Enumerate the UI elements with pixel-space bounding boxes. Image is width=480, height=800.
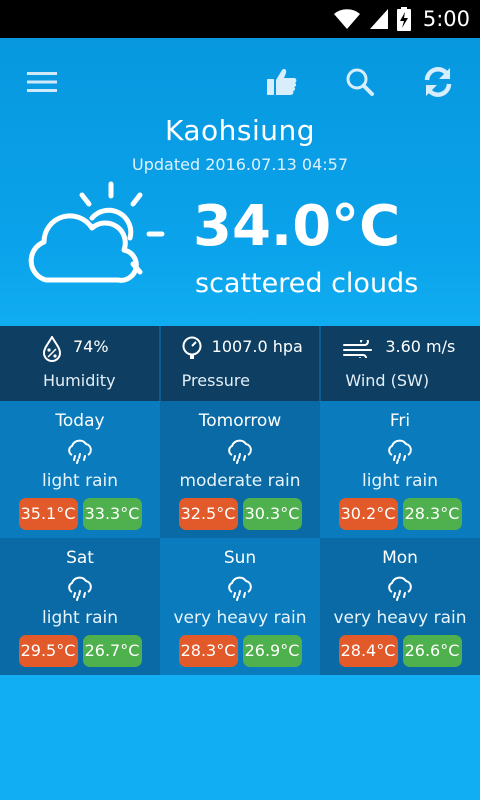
status-bar: 5:00 xyxy=(0,0,480,38)
forecast-day-card[interactable]: Fri light rain 30.2°C 28.3°C xyxy=(320,401,480,538)
pressure-gauge-icon xyxy=(182,336,202,359)
rain-cloud-icon xyxy=(68,576,92,601)
forecast-day-card[interactable]: Sat light rain 29.5°C 26.7°C xyxy=(0,538,160,675)
forecast-condition: light rain xyxy=(42,471,118,491)
like-button[interactable] xyxy=(260,60,304,104)
rain-cloud-icon xyxy=(388,576,412,601)
forecast-day-card[interactable]: Mon very heavy rain 28.4°C 26.6°C xyxy=(320,538,480,675)
high-temp-badge: 28.4°C xyxy=(338,635,398,667)
wind-label: Wind (SW) xyxy=(345,371,430,390)
forecast-temps: 32.5°C 30.3°C xyxy=(160,498,320,530)
forecast-day-card[interactable]: Tomorrow moderate rain 32.5°C 30.3°C xyxy=(160,401,320,538)
refresh-icon xyxy=(424,67,452,97)
forecast-day-name: Sat xyxy=(66,548,94,568)
wifi-icon xyxy=(333,9,360,29)
rain-cloud-icon xyxy=(388,439,412,464)
wind-stat: 3.60 m/s Wind (SW) xyxy=(321,326,480,401)
pressure-stat: 1007.0 hpa Pressure xyxy=(161,326,322,401)
rain-cloud-icon xyxy=(228,576,252,601)
humidity-drop-icon xyxy=(42,336,62,362)
search-button[interactable] xyxy=(338,60,382,104)
menu-button[interactable] xyxy=(20,60,64,104)
forecast-temps: 30.2°C 28.3°C xyxy=(320,498,480,530)
humidity-value: 74% xyxy=(73,337,109,356)
pressure-label: Pressure xyxy=(181,371,250,390)
partly-cloudy-sun-icon xyxy=(28,181,165,283)
forecast-condition: very heavy rain xyxy=(333,608,467,628)
forecast-temps: 29.5°C 26.7°C xyxy=(0,635,160,667)
battery-charging-icon xyxy=(396,7,411,31)
low-temp-badge: 28.3°C xyxy=(402,498,462,530)
forecast-temps: 28.3°C 26.9°C xyxy=(160,635,320,667)
city-name: Kaohsiung xyxy=(164,114,316,147)
updated-timestamp: Updated 2016.07.13 04:57 xyxy=(132,155,348,174)
forecast-condition: very heavy rain xyxy=(173,608,307,628)
refresh-button[interactable] xyxy=(416,60,460,104)
high-temp-badge: 32.5°C xyxy=(178,498,238,530)
forecast-temps: 28.4°C 26.6°C xyxy=(320,635,480,667)
rain-cloud-icon xyxy=(228,439,252,464)
forecast-condition: light rain xyxy=(362,471,438,491)
high-temp-badge: 30.2°C xyxy=(338,498,398,530)
wind-value: 3.60 m/s xyxy=(385,337,456,356)
rain-cloud-icon xyxy=(68,439,92,464)
forecast-day-card[interactable]: Sun very heavy rain 28.3°C 26.9°C xyxy=(160,538,320,675)
low-temp-badge: 26.6°C xyxy=(402,635,462,667)
forecast-condition: light rain xyxy=(42,608,118,628)
pressure-value: 1007.0 hpa xyxy=(211,337,303,356)
wind-icon xyxy=(343,340,373,358)
forecast-day-name: Sun xyxy=(223,548,257,568)
humidity-label: Humidity xyxy=(43,371,116,390)
toolbar xyxy=(0,38,480,124)
high-temp-badge: 35.1°C xyxy=(18,498,78,530)
low-temp-badge: 30.3°C xyxy=(242,498,302,530)
status-time: 5:00 xyxy=(422,7,470,31)
forecast-day-name: Tomorrow xyxy=(198,411,282,431)
forecast-day-name: Mon xyxy=(382,548,418,568)
forecast-day-card[interactable]: Today light rain 35.1°C 33.3°C xyxy=(0,401,160,538)
signal-icon xyxy=(369,9,388,29)
current-temperature: 34.0°C xyxy=(193,194,401,259)
thumbs-up-icon xyxy=(267,69,297,95)
menu-icon xyxy=(27,72,57,92)
weather-app: Kaohsiung Updated 2016.07.13 04:57 34.0°… xyxy=(0,38,480,800)
stats-bar: 74% Humidity 1007.0 hpa Pressure 3.60 m/… xyxy=(0,326,480,401)
forecast-condition: moderate rain xyxy=(179,471,301,491)
low-temp-badge: 33.3°C xyxy=(82,498,142,530)
forecast-day-name: Fri xyxy=(389,411,411,431)
forecast-temps: 35.1°C 33.3°C xyxy=(0,498,160,530)
forecast-day-name: Today xyxy=(55,411,105,431)
low-temp-badge: 26.7°C xyxy=(82,635,142,667)
high-temp-badge: 28.3°C xyxy=(178,635,238,667)
current-condition: scattered clouds xyxy=(195,268,419,299)
forecast-grid: Today light rain 35.1°C 33.3°C Tomorrow … xyxy=(0,401,480,675)
search-icon xyxy=(346,68,374,96)
low-temp-badge: 26.9°C xyxy=(242,635,302,667)
humidity-stat: 74% Humidity xyxy=(0,326,161,401)
high-temp-badge: 29.5°C xyxy=(18,635,78,667)
